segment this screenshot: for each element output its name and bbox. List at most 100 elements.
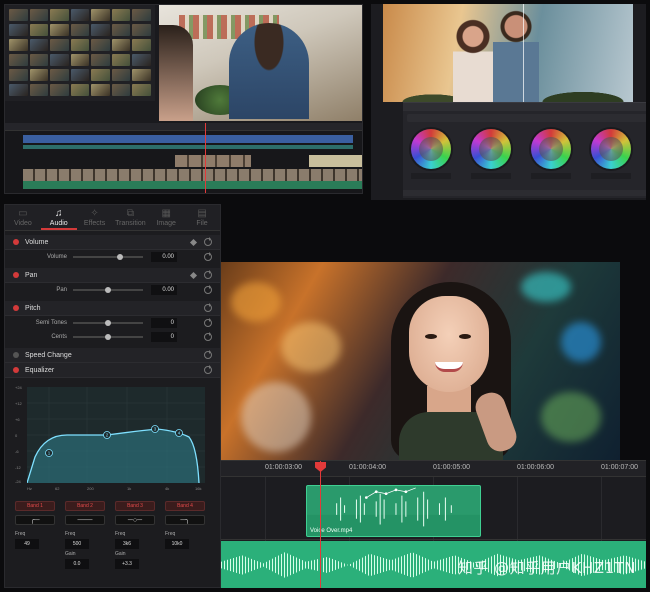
media-thumbnail[interactable] [29,54,49,66]
media-thumbnail[interactable] [50,9,69,21]
mini-track-clips[interactable] [175,155,251,167]
media-thumbnail[interactable] [50,24,69,36]
media-thumbnail[interactable] [91,9,110,21]
equalizer-section-header[interactable]: Equalizer [5,363,220,378]
band-1-button[interactable]: Band 1 [15,501,55,511]
reset-icon[interactable] [204,365,212,374]
keyframe-icon[interactable] [189,238,198,247]
tab-video[interactable]: ▭ Video [5,205,41,230]
reset-icon[interactable] [204,318,212,327]
band-2-shape-dropdown[interactable]: ─── [65,515,105,525]
reset-icon[interactable] [204,350,212,359]
cents-value-field[interactable]: 0 [151,332,177,342]
media-thumbnail[interactable] [132,54,151,66]
media-thumbnail[interactable] [91,24,110,36]
timeline-ruler[interactable]: 01:00:03:00 01:00:04:00 01:00:05:00 01:0… [221,461,646,477]
offset-wheel[interactable] [591,129,631,169]
media-thumbnail[interactable] [50,84,69,96]
pan-slider-knob[interactable] [105,287,111,293]
volume-section-header[interactable]: Volume [5,235,220,250]
cents-slider-knob[interactable] [105,334,111,340]
reset-icon[interactable] [204,237,212,246]
mini-track-teal[interactable] [23,145,353,149]
band-4-freq-field[interactable]: 10k0 [165,539,189,549]
pan-section-header[interactable]: Pan [5,268,220,283]
media-thumbnail[interactable] [132,24,151,36]
media-thumbnail[interactable] [132,84,151,96]
tab-transition[interactable]: ⧉ Transition [112,205,148,230]
media-thumbnail[interactable] [91,84,110,96]
lift-wheel[interactable] [411,129,451,169]
media-thumbnail[interactable] [70,9,90,21]
media-thumbnail[interactable] [111,9,131,21]
band-3-shape-dropdown[interactable]: ─○─ [115,515,155,525]
media-thumbnail[interactable] [29,84,49,96]
media-thumbnail[interactable] [9,69,28,81]
media-thumbnail[interactable] [50,69,69,81]
mini-track-audio[interactable] [23,181,362,189]
media-thumbnail[interactable] [111,69,131,81]
reset-icon[interactable] [204,332,212,341]
media-thumbnail[interactable] [70,54,90,66]
media-thumbnail[interactable] [50,39,69,51]
reset-icon[interactable] [204,285,212,294]
volume-enable-toggle[interactable] [13,239,19,245]
media-thumbnail[interactable] [132,39,151,51]
pitch-enable-toggle[interactable] [13,305,19,311]
media-thumbnail[interactable] [50,54,69,66]
semitones-value-field[interactable]: 0 [151,318,177,328]
media-thumbnail[interactable] [70,69,90,81]
media-thumbnail[interactable] [29,39,49,51]
tab-file[interactable]: ▤ File [184,205,220,230]
mini-track-film[interactable] [23,169,362,181]
band-4-shape-dropdown[interactable]: ─╮ [165,515,205,525]
media-thumbnail[interactable] [29,24,49,36]
media-thumbnail[interactable] [9,39,28,51]
volume-value-field[interactable]: 0.00 [151,252,177,262]
band-3-gain-field[interactable]: +3.3 [115,559,139,569]
speed-change-enable-toggle[interactable] [13,352,19,358]
gain-wheel[interactable] [531,129,571,169]
eq-curve-svg[interactable]: 1234 [26,387,205,484]
eq-curve-graph[interactable]: 1234 [26,387,205,484]
media-thumbnail[interactable] [70,39,90,51]
pitch-section-header[interactable]: Pitch [5,301,220,316]
band-3-freq-field[interactable]: 3k6 [115,539,139,549]
media-thumbnail[interactable] [70,24,90,36]
media-thumbnail[interactable] [29,9,49,21]
reset-icon[interactable] [204,303,212,312]
tab-image[interactable]: ▦ Image [148,205,184,230]
speed-change-section-header[interactable]: Speed Change [5,348,220,363]
media-thumbnail[interactable] [111,39,131,51]
media-thumbnail[interactable] [91,39,110,51]
pan-enable-toggle[interactable] [13,272,19,278]
cents-slider[interactable] [73,334,143,340]
pan-value-field[interactable]: 0.00 [151,285,177,295]
media-thumbnail[interactable] [132,69,151,81]
media-thumbnail[interactable] [9,9,28,21]
media-thumbnail[interactable] [111,84,131,96]
media-thumbnail[interactable] [91,69,110,81]
voice-over-clip[interactable]: Voice Over.mp4 [306,485,481,537]
band-3-button[interactable]: Band 3 [115,501,155,511]
media-thumbnail[interactable] [9,54,28,66]
reset-icon[interactable] [204,252,212,261]
mini-track-beige[interactable] [309,155,362,167]
media-thumbnail[interactable] [29,69,49,81]
volume-slider[interactable] [73,254,143,260]
band-1-freq-field[interactable]: 49 [15,539,39,549]
volume-slider-knob[interactable] [117,254,123,260]
semitones-slider[interactable] [73,320,143,326]
mini-playhead[interactable] [205,123,206,193]
band-1-shape-dropdown[interactable]: ╭─ [15,515,55,525]
playhead-line[interactable] [320,461,321,588]
keyframe-icon[interactable] [189,271,198,280]
mini-track-video[interactable] [23,135,353,143]
media-thumbnail[interactable] [111,54,131,66]
band-4-button[interactable]: Band 4 [165,501,205,511]
gamma-wheel[interactable] [471,129,511,169]
tab-audio[interactable]: ♫ Audio [40,205,77,230]
semitones-slider-knob[interactable] [105,320,111,326]
reset-icon[interactable] [204,270,212,279]
band-2-button[interactable]: Band 2 [65,501,105,511]
